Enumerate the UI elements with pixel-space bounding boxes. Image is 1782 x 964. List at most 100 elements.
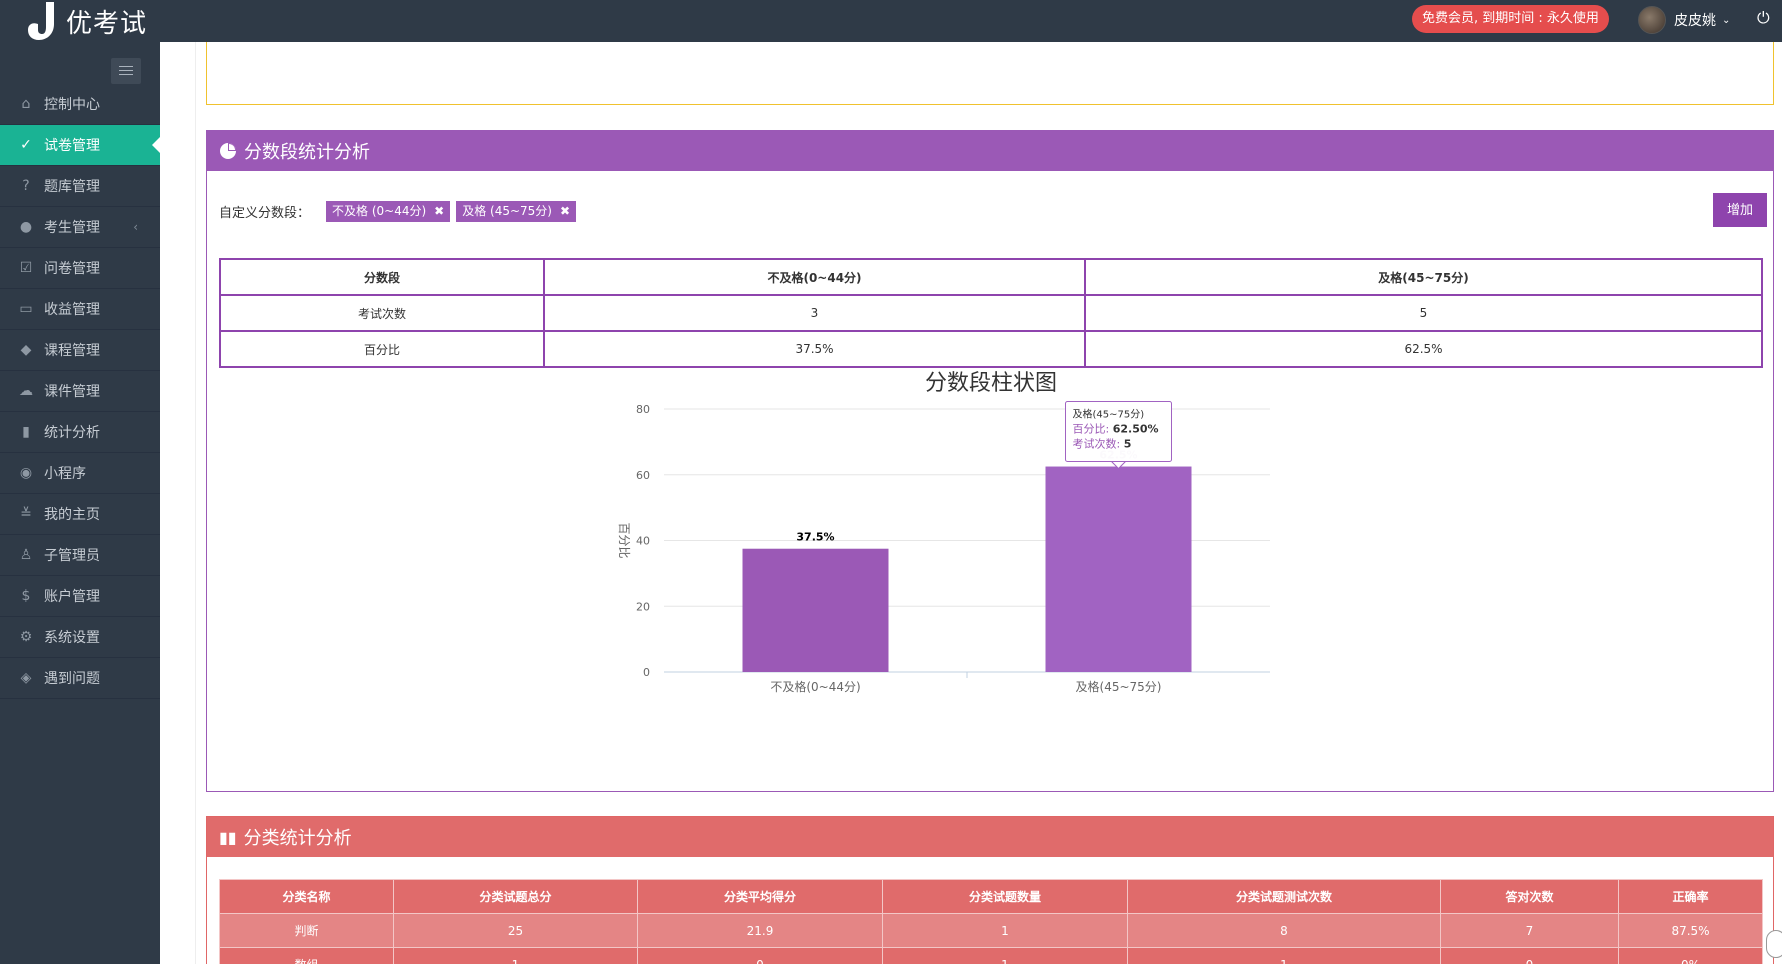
logout-button[interactable]: ⏻ bbox=[1757, 8, 1775, 34]
table-cell: 考试次数 bbox=[219, 294, 545, 332]
sidebar-item-exam-papers[interactable]: ✓ 试卷管理 bbox=[0, 125, 160, 166]
sidebar-item-mini-program[interactable]: ◉ 小程序 bbox=[0, 453, 160, 494]
table-header-cell: 分类试题总分 bbox=[393, 879, 638, 914]
tag-icon: ◈ bbox=[20, 670, 32, 686]
table-cell: 8 bbox=[1127, 913, 1441, 948]
table-header-cell: 分数段 bbox=[219, 258, 545, 296]
sidebar-item-statistics[interactable]: ▮ 统计分析 bbox=[0, 412, 160, 453]
previous-panel bbox=[206, 42, 1774, 105]
user-icon: ● bbox=[19, 219, 33, 235]
question-circle-icon: ? bbox=[22, 178, 30, 194]
custom-segment-row: 自定义分数段： 不及格 (0~44分) ✖ 及格 (45~75分) ✖ bbox=[219, 201, 577, 222]
vip-status-badge[interactable]: 免费会员, 到期时间 : 永久使用 bbox=[1412, 5, 1609, 33]
table-cell: 87.5% bbox=[1618, 913, 1763, 948]
table-header-cell: 分类试题测试次数 bbox=[1127, 879, 1441, 914]
sidebar-item-surveys[interactable]: ☑ 问卷管理 bbox=[0, 248, 160, 289]
sidebar-item-label: 系统设置 bbox=[44, 630, 100, 646]
sidebar-item-account[interactable]: $ 账户管理 bbox=[0, 576, 160, 617]
tooltip-title: 及格(45~75分) bbox=[1073, 408, 1145, 421]
scroll-top-button[interactable] bbox=[1766, 930, 1782, 958]
user-menu[interactable]: 皮皮姚 ⌄ bbox=[1638, 5, 1730, 35]
add-segment-button[interactable]: 增加 bbox=[1713, 193, 1767, 227]
panel-title: 分数段统计分析 bbox=[244, 142, 370, 163]
sidebar-item-courseware[interactable]: ☁ 课件管理 bbox=[0, 371, 160, 412]
table-header-cell: 正确率 bbox=[1618, 879, 1763, 914]
table-header-row: 分数段 不及格(0~44分) 及格(45~75分) bbox=[219, 258, 1763, 296]
sidebar-item-label: 小程序 bbox=[44, 466, 86, 482]
table-cell: 1 bbox=[1127, 947, 1441, 964]
content-gutter bbox=[160, 42, 196, 964]
sidebar-item-courses[interactable]: ◆ 课程管理 bbox=[0, 330, 160, 371]
chevron-left-icon: ‹ bbox=[133, 220, 138, 234]
menu-toggle-button[interactable] bbox=[111, 58, 141, 84]
data-label: 37.5% bbox=[796, 531, 834, 544]
chart-svg: 020406080百分比37.5%不及格(0~44分)62.5%及格(45~75… bbox=[617, 401, 1270, 694]
sidebar-item-label: 题库管理 bbox=[44, 179, 100, 195]
category-table: 分类名称 分类试题总分 分类平均得分 分类试题数量 分类试题测试次数 答对次数 … bbox=[219, 879, 1763, 964]
sidebar-item-label: 我的主页 bbox=[44, 507, 100, 523]
table-cell: 7 bbox=[1440, 913, 1619, 948]
table-header-cell: 分类试题数量 bbox=[882, 879, 1128, 914]
sidebar-item-label: 统计分析 bbox=[44, 425, 100, 441]
y-tick-label: 20 bbox=[636, 600, 650, 613]
sidebar-item-label: 试卷管理 bbox=[44, 138, 100, 154]
gear-icon: ⚙ bbox=[19, 629, 33, 645]
cloud-upload-icon: ☁ bbox=[19, 383, 33, 399]
segment-tag[interactable]: 及格 (45~75分) ✖ bbox=[456, 201, 577, 222]
remove-tag-icon[interactable]: ✖ bbox=[434, 204, 444, 218]
table-header-cell: 及格(45~75分) bbox=[1084, 258, 1763, 296]
table-row: 数组 1 0 1 1 0 0% bbox=[219, 947, 1763, 964]
table-cell: 1 bbox=[882, 913, 1128, 948]
sidebar-item-revenue[interactable]: ▭ 收益管理 bbox=[0, 289, 160, 330]
sidebar-item-label: 考生管理 bbox=[44, 220, 100, 236]
remove-tag-icon[interactable]: ✖ bbox=[560, 204, 570, 218]
y-tick-label: 40 bbox=[636, 535, 650, 548]
sidebar: ⌂ 控制中心 ✓ 试卷管理 ? 题库管理 ● 考生管理 ‹ ☑ 问卷管理 ▭ 收益管理 ◆ 课程… bbox=[0, 42, 160, 964]
table-cell: 0 bbox=[637, 947, 883, 964]
tooltip-percent: 百分比: 62.50% bbox=[1073, 423, 1159, 436]
table-row: 考试次数 3 5 bbox=[219, 294, 1763, 332]
sidebar-item-settings[interactable]: ⚙ 系统设置 bbox=[0, 617, 160, 658]
wechat-icon: ◉ bbox=[19, 465, 33, 481]
bar-chart-icon: ▮ bbox=[22, 424, 30, 440]
category-panel: ▮▮ 分类统计分析 分类名称 分类试题总分 分类平均得分 分类试题数量 分类试题… bbox=[206, 816, 1774, 964]
sidebar-item-help[interactable]: ◈ 遇到问题 bbox=[0, 658, 160, 699]
admin-icon: ♙ bbox=[19, 547, 33, 563]
logo-icon bbox=[28, 2, 54, 40]
bar-chart-icon: ▮▮ bbox=[219, 827, 237, 847]
sidebar-item-label: 控制中心 bbox=[44, 97, 100, 113]
y-tick-label: 80 bbox=[636, 403, 650, 416]
graduation-cap-icon: ◆ bbox=[20, 342, 32, 358]
sidebar-item-label: 账户管理 bbox=[44, 589, 100, 605]
table-cell: 25 bbox=[393, 913, 638, 948]
table-cell: 21.9 bbox=[637, 913, 883, 948]
sidebar-item-examinees[interactable]: ● 考生管理 ‹ bbox=[0, 207, 160, 248]
y-tick-label: 60 bbox=[636, 469, 650, 482]
sidebar-item-question-bank[interactable]: ? 题库管理 bbox=[0, 166, 160, 207]
credit-card-icon: ▭ bbox=[19, 301, 33, 317]
custom-segment-label: 自定义分数段： bbox=[219, 206, 311, 221]
segment-tag[interactable]: 不及格 (0~44分) ✖ bbox=[326, 201, 451, 222]
table-cell: 5 bbox=[1084, 294, 1763, 332]
bar-chart: 分数段柱状图 020406080百分比37.5%不及格(0~44分)62.5%及… bbox=[207, 361, 1775, 781]
top-navbar: 优考试 免费会员, 到期时间 : 永久使用 皮皮姚 ⌄ ⏻ bbox=[0, 0, 1782, 42]
x-tick-label: 及格(45~75分) bbox=[1076, 679, 1162, 694]
sidebar-item-my-homepage[interactable]: ≚ 我的主页 bbox=[0, 494, 160, 535]
sidebar-item-sub-admins[interactable]: ♙ 子管理员 bbox=[0, 535, 160, 576]
panel-header: ▮▮ 分类统计分析 bbox=[207, 817, 1773, 857]
hamburger-icon bbox=[119, 66, 133, 67]
home-icon: ⌂ bbox=[21, 96, 31, 112]
table-cell: 1 bbox=[882, 947, 1128, 964]
table-cell: 0% bbox=[1618, 947, 1763, 964]
sidebar-item-label: 课程管理 bbox=[44, 343, 100, 359]
sidebar-item-label: 遇到问题 bbox=[44, 671, 100, 687]
y-tick-label: 0 bbox=[643, 666, 650, 679]
logo[interactable]: 优考试 bbox=[28, 0, 147, 42]
sidebar-item-control-center[interactable]: ⌂ 控制中心 bbox=[0, 84, 160, 125]
tooltip-count: 考试次数: 5 bbox=[1073, 437, 1132, 451]
sidebar-item-label: 收益管理 bbox=[44, 302, 100, 318]
table-cell: 判断 bbox=[219, 913, 394, 948]
table-header-row: 分类名称 分类试题总分 分类平均得分 分类试题数量 分类试题测试次数 答对次数 … bbox=[219, 879, 1763, 914]
sidebar-item-label: 课件管理 bbox=[44, 384, 100, 400]
table-cell: 3 bbox=[543, 294, 1086, 332]
